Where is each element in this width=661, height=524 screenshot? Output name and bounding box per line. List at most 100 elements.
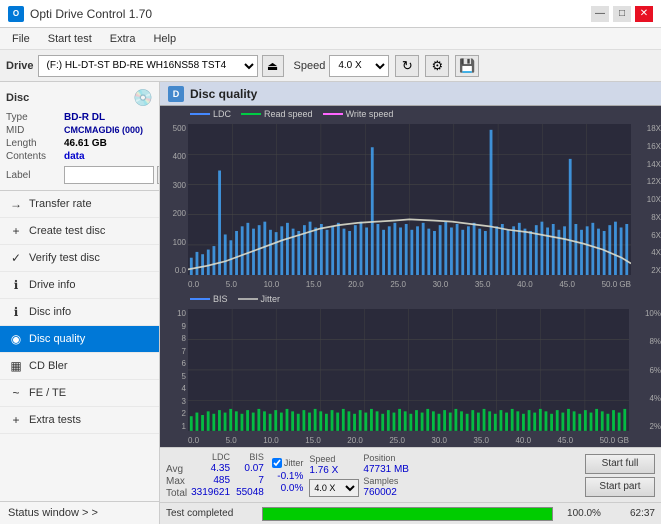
nav-items: → Transfer rate + Create test disc ✓ Ver… (0, 191, 159, 501)
y-bot-8: 8 (160, 334, 186, 343)
speed-select[interactable]: 4.0 X (329, 55, 389, 77)
read-label: Read speed (264, 109, 313, 119)
nav-drive-info[interactable]: ℹ Drive info (0, 272, 159, 299)
disc-quality-icon: ◉ (8, 331, 24, 347)
x-bot-50: 50.0 GB (600, 436, 629, 445)
speed-dropdown[interactable]: 4.0 X (309, 479, 359, 497)
disc-icon: 💿 (133, 88, 153, 108)
x-top-45: 45.0 (559, 280, 575, 289)
avg-ldc: 4.35 (211, 463, 230, 474)
x-bot-15: 15.0 (305, 436, 321, 445)
jitter-col-header: Jitter (284, 458, 304, 468)
stats-bar: Avg Max Total LDC 4.35 485 3319621 BIS 0… (160, 447, 661, 502)
y-top-400: 400 (160, 152, 186, 161)
nav-extra-tests-label: Extra tests (29, 414, 81, 426)
x-bot-45: 45.0 (558, 436, 574, 445)
x-bot-10: 10.0 (263, 436, 279, 445)
start-part-button[interactable]: Start part (585, 477, 655, 497)
y-bot-9: 9 (160, 322, 186, 331)
y-right-10x: 10X (647, 195, 661, 204)
write-label: Write speed (346, 109, 394, 119)
type-value: BD-R DL (64, 112, 105, 123)
eject-button[interactable]: ⏏ (262, 55, 284, 77)
nav-verify-test-disc[interactable]: ✓ Verify test disc (0, 245, 159, 272)
jitter-checkbox[interactable] (272, 458, 282, 468)
bis-color (190, 298, 210, 300)
max-jitter: 0.0% (272, 483, 304, 494)
close-button[interactable]: ✕ (635, 6, 653, 22)
write-color (323, 113, 343, 115)
read-color (241, 113, 261, 115)
x-bot-20: 20.0 (347, 436, 363, 445)
chart-header: D Disc quality (160, 82, 661, 106)
x-top-25: 25.0 (390, 280, 406, 289)
bis-legend: BIS (190, 294, 228, 304)
read-legend: Read speed (241, 109, 313, 119)
y-right-2pct: 2% (649, 422, 661, 431)
cd-bler-icon: ▦ (8, 358, 24, 374)
disc-section-title: Disc (6, 92, 29, 104)
title-bar: O Opti Drive Control 1.70 — □ ✕ (0, 0, 661, 28)
window-controls: — □ ✕ (591, 6, 653, 22)
bottom-bar: Test completed 100.0% 62:37 (160, 502, 661, 524)
right-panel: D Disc quality LDC Read speed (160, 82, 661, 524)
x-top-5: 5.0 (226, 280, 237, 289)
nav-create-test-disc-label: Create test disc (29, 225, 105, 237)
menu-start-test[interactable]: Start test (40, 31, 100, 47)
maximize-button[interactable]: □ (613, 6, 631, 22)
position-header: Position (363, 453, 409, 463)
nav-create-test-disc[interactable]: + Create test disc (0, 218, 159, 245)
y-right-18x: 18X (647, 124, 661, 133)
progress-bar (262, 507, 553, 521)
status-window-link[interactable]: Status window > > (0, 501, 159, 524)
x-top-15: 15.0 (306, 280, 322, 289)
jitter-color (238, 298, 258, 300)
mid-value: CMCMAGDI6 (000) (64, 125, 143, 135)
verify-test-disc-icon: ✓ (8, 250, 24, 266)
ldc-label: LDC (213, 109, 231, 119)
settings-button[interactable]: ⚙ (425, 55, 449, 77)
nav-cd-bler[interactable]: ▦ CD Bler (0, 353, 159, 380)
y-bot-6: 6 (160, 359, 186, 368)
max-ldc: 485 (213, 475, 230, 486)
start-full-button[interactable]: Start full (585, 454, 655, 474)
x-top-20: 20.0 (348, 280, 364, 289)
samples-header: Samples (363, 476, 409, 486)
left-panel: Disc 💿 Type BD-R DL MID CMCMAGDI6 (000) … (0, 82, 160, 524)
nav-disc-info[interactable]: ℹ Disc info (0, 299, 159, 326)
menu-extra[interactable]: Extra (102, 31, 144, 47)
nav-fe-te[interactable]: ~ FE / TE (0, 380, 159, 407)
x-bot-0: 0.0 (188, 436, 199, 445)
jitter-label: Jitter (261, 294, 281, 304)
x-top-30: 30.0 (433, 280, 449, 289)
y-right-6x: 6X (651, 231, 661, 240)
refresh-button[interactable]: ↻ (395, 55, 419, 77)
label-input[interactable] (64, 166, 154, 184)
minimize-button[interactable]: — (591, 6, 609, 22)
y-top-500: 500 (160, 124, 186, 133)
nav-disc-quality[interactable]: ◉ Disc quality (0, 326, 159, 353)
menu-file[interactable]: File (4, 31, 38, 47)
x-bot-40: 40.0 (515, 436, 531, 445)
y-bot-7: 7 (160, 347, 186, 356)
fe-te-icon: ~ (8, 385, 24, 401)
app-title: Opti Drive Control 1.70 (30, 7, 152, 21)
nav-drive-info-label: Drive info (29, 279, 75, 291)
nav-transfer-rate[interactable]: → Transfer rate (0, 191, 159, 218)
nav-disc-quality-label: Disc quality (29, 333, 85, 345)
y-right-10pct: 10% (645, 309, 661, 318)
menu-bar: File Start test Extra Help (0, 28, 661, 50)
ldc-col-header: LDC (212, 452, 230, 462)
speed-val: 1.76 X (309, 465, 359, 476)
drive-select[interactable]: (F:) HL-DT-ST BD-RE WH16NS58 TST4 (38, 55, 258, 77)
avg-label: Avg (166, 464, 187, 475)
nav-extra-tests[interactable]: + Extra tests (0, 407, 159, 434)
ldc-legend: LDC (190, 109, 231, 119)
mid-label: MID (6, 125, 64, 136)
save-button[interactable]: 💾 (455, 55, 479, 77)
menu-help[interactable]: Help (145, 31, 184, 47)
progress-bar-fill (263, 508, 552, 520)
x-bot-5: 5.0 (226, 436, 237, 445)
nav-disc-info-label: Disc info (29, 306, 71, 318)
x-bot-30: 30.0 (431, 436, 447, 445)
